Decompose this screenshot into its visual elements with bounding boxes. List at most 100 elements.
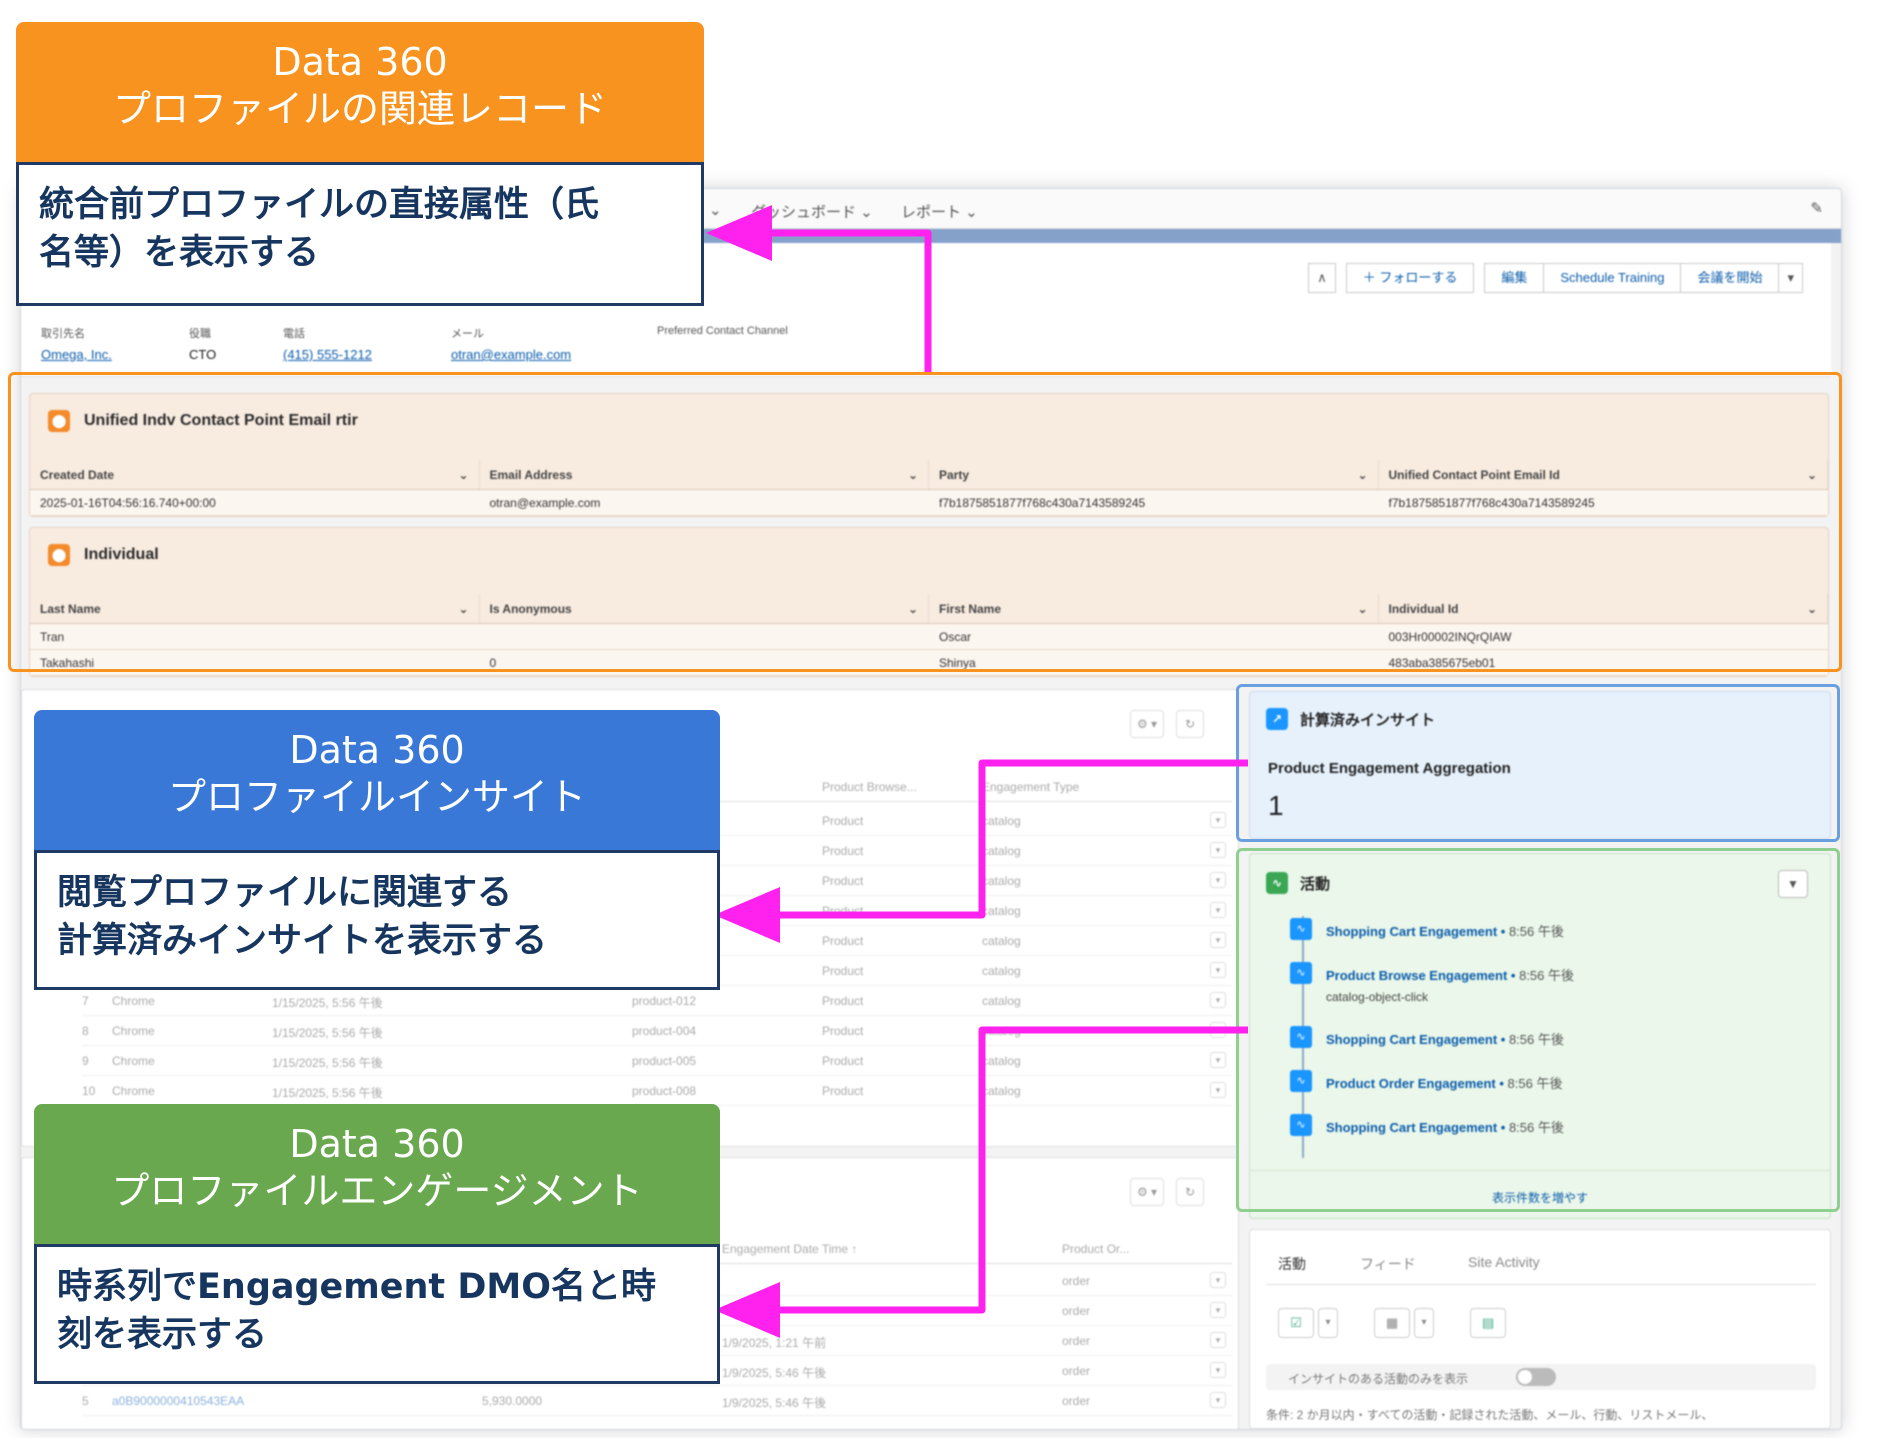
table-cell: Chrome (112, 1084, 155, 1098)
table-cell: 1/15/2025, 5:56 午後 (272, 1026, 383, 1040)
chevron-down-icon[interactable]: ▾ (1414, 1308, 1434, 1338)
callout-body-line: 計算済みインサイトを表示する (57, 921, 548, 961)
chevron-down-icon[interactable]: ▾ (1318, 1308, 1338, 1338)
row-action-chevron-icon[interactable]: ▾ (1210, 812, 1226, 828)
row-action-chevron-icon[interactable]: ▾ (1210, 842, 1226, 858)
calendar-icon[interactable]: ▦ (1374, 1308, 1410, 1338)
table-cell: product-008 (632, 1084, 697, 1098)
callout-body-line: 刻を表示する (57, 1315, 268, 1355)
start-meeting-button[interactable]: 会議を開始 (1680, 263, 1780, 293)
tab-feed[interactable]: フィード (1360, 1254, 1416, 1274)
callout-body-line: 統合前プロファイルの直接属性（氏 (39, 185, 600, 225)
field-label: メール (451, 328, 484, 340)
table-row[interactable]: 8 Chrome 1/15/2025, 5:56 午後 product-004 Prod… (82, 1016, 1232, 1046)
row-action-chevron-icon[interactable]: ▾ (1210, 932, 1226, 948)
insight-toggle-row: インサイトのある活動のみを表示 (1266, 1364, 1816, 1390)
table-cell: 5,930.0000 (482, 1394, 543, 1408)
column-header[interactable]: Engagement Type (982, 780, 1079, 794)
table-cell: Product (822, 814, 864, 828)
email-link[interactable]: otran@example.com (451, 347, 571, 362)
field-label: Preferred Contact Channel (657, 325, 788, 337)
table-row[interactable]: 5 a0B9000000410543EAA 5,930.0000 1/9/2025, … (82, 1386, 1232, 1416)
edit-button[interactable]: 編集 (1484, 263, 1545, 293)
row-action-chevron-icon[interactable]: ▾ (1210, 1022, 1226, 1038)
table-row[interactable]: 10 Chrome 1/15/2025, 5:56 午後 product-008 Pro… (82, 1076, 1232, 1106)
row-action-chevron-icon[interactable]: ▾ (1210, 1302, 1226, 1318)
table-cell: Product (822, 844, 864, 858)
callout-body-line: 閲覧プロファイルに関連する (57, 873, 513, 913)
nav-item-reports[interactable]: レポート ⌄ (901, 201, 978, 222)
callout-header-line: プロファイルエンゲージメント (111, 1169, 643, 1213)
related-records-callout-header: Data 360 プロファイルの関連レコード (16, 22, 704, 164)
field-phone: 電話 (415) 555-1212 (283, 325, 372, 362)
phone-link[interactable]: (415) 555-1212 (283, 347, 372, 362)
nav-item-dashboard[interactable]: ダッシュボード ⌄ (751, 201, 873, 222)
row-action-chevron-icon[interactable]: ▾ (1210, 1362, 1226, 1378)
callout-header-line: Data 360 (289, 728, 465, 772)
row-action-chevron-icon[interactable]: ▾ (1210, 1052, 1226, 1068)
record-link[interactable]: a0B9000000410543EAA (112, 1394, 244, 1408)
related-records-highlight (8, 372, 1842, 672)
insight-toggle[interactable] (1516, 1368, 1556, 1386)
tab-activity[interactable]: 活動 (1278, 1254, 1306, 1274)
row-action-chevron-icon[interactable]: ▾ (1210, 962, 1226, 978)
table-cell: catalog (982, 1084, 1021, 1098)
field-label: 取引先名 (41, 328, 85, 340)
callout-header-line: プロファイルの関連レコード (112, 87, 607, 131)
row-action-chevron-icon[interactable]: ▾ (1210, 872, 1226, 888)
row-action-chevron-icon[interactable]: ▾ (1210, 1082, 1226, 1098)
table-row[interactable]: 7 Chrome 1/15/2025, 5:56 午後 product-012 Prod… (82, 986, 1232, 1016)
insight-callout-body: 閲覧プロファイルに関連する 計算済みインサイトを表示する (34, 850, 720, 990)
column-header[interactable]: Product Browse... (822, 780, 917, 794)
field-label: 役職 (189, 328, 211, 340)
tab-site-activity[interactable]: Site Activity (1468, 1254, 1540, 1270)
engagement-callout-body: 時系列でEngagement DMO名と時 刻を表示する (34, 1244, 720, 1384)
collapse-button[interactable]: ∧ (1308, 263, 1336, 293)
engagement-callout-header: Data 360 プロファイルエンゲージメント (34, 1104, 720, 1246)
row-number: 7 (82, 994, 89, 1008)
table-cell: Product (822, 964, 864, 978)
row-action-chevron-icon[interactable]: ▾ (1210, 1332, 1226, 1348)
table-cell: catalog (982, 934, 1021, 948)
row-action-chevron-icon[interactable]: ▾ (1210, 902, 1226, 918)
insight-callout-header: Data 360 プロファイルインサイト (34, 710, 720, 852)
callout-header-line: Data 360 (272, 40, 448, 84)
table-cell: catalog (982, 1054, 1021, 1068)
account-link[interactable]: Omega, Inc. (41, 347, 112, 362)
row-action-chevron-icon[interactable]: ▾ (1210, 1272, 1226, 1288)
refresh-icon[interactable]: ↻ (1176, 710, 1204, 738)
callout-body-line: 時系列でEngagement DMO名と時 (57, 1267, 656, 1307)
table-row[interactable]: 9 Chrome 1/15/2025, 5:56 午後 product-005 Prod… (82, 1046, 1232, 1076)
follow-button[interactable]: ＋ フォローする (1345, 263, 1475, 293)
column-header[interactable]: Engagement Date Time ↑ (722, 1242, 857, 1256)
more-actions-button[interactable]: ▾ (1778, 263, 1803, 293)
table-cell: catalog (982, 994, 1021, 1008)
field-value: CTO (189, 347, 217, 362)
table-cell: Chrome (112, 1024, 155, 1038)
nav-caret-icon[interactable]: ⌄ (709, 201, 722, 219)
table-cell: Chrome (112, 1054, 155, 1068)
gear-icon[interactable]: ⚙ ▾ (1130, 1178, 1164, 1206)
insight-toggle-label: インサイトのある活動のみを表示 (1288, 1372, 1469, 1386)
table-cell: catalog (982, 814, 1021, 828)
row-action-chevron-icon[interactable]: ▾ (1210, 992, 1226, 1008)
log-call-icon[interactable]: ▤ (1470, 1308, 1506, 1338)
new-task-icon[interactable]: ☑ (1278, 1308, 1314, 1338)
gear-icon[interactable]: ⚙ ▾ (1130, 710, 1164, 738)
pencil-icon[interactable]: ✎ (1810, 199, 1823, 217)
column-header[interactable]: Product Or... (1062, 1242, 1129, 1256)
table-cell: order (1062, 1394, 1091, 1408)
nav-item-reports-label: レポート (901, 204, 962, 221)
table-cell: 1/15/2025, 5:56 午後 (272, 1056, 383, 1070)
tab-underline (1266, 1284, 1816, 1285)
table-cell: catalog (982, 964, 1021, 978)
table-cell: 1/9/2025, 1:21 午前 (722, 1336, 827, 1350)
table-cell: order (1062, 1364, 1091, 1378)
table-cell: order (1062, 1274, 1091, 1288)
row-action-chevron-icon[interactable]: ▾ (1210, 1392, 1226, 1408)
refresh-icon[interactable]: ↻ (1176, 1178, 1204, 1206)
table-cell: Product (822, 1024, 864, 1038)
schedule-training-button[interactable]: Schedule Training (1543, 263, 1682, 293)
table-cell: Product (822, 904, 864, 918)
nav-item-dashboard-label: ダッシュボード (751, 204, 857, 221)
